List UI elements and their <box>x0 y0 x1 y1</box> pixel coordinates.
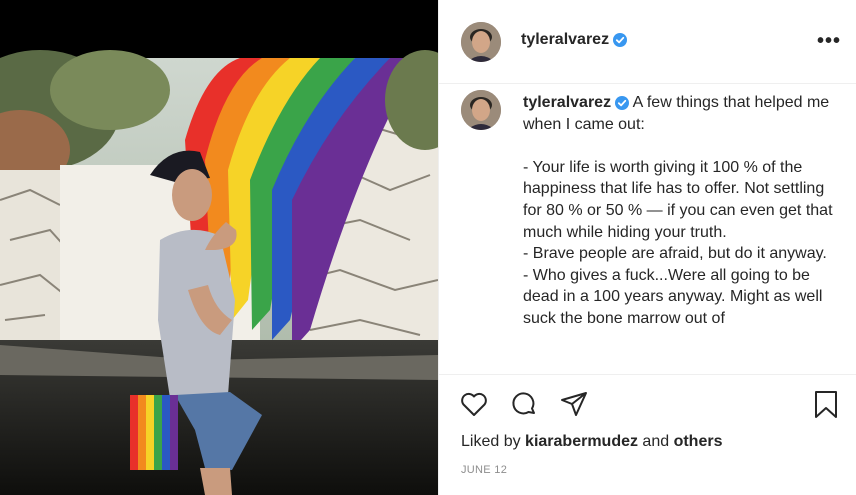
post-details-panel: tyleralvarez ••• tyleralvarez A few thin… <box>438 0 856 495</box>
photo-image <box>0 0 438 495</box>
instagram-post: tyleralvarez ••• tyleralvarez A few thin… <box>0 0 856 495</box>
comment-bubble-icon[interactable] <box>509 389 539 419</box>
paper-plane-icon[interactable] <box>559 389 589 419</box>
liked-by-user[interactable]: kiarabermudez <box>525 433 638 450</box>
username[interactable]: tyleralvarez <box>521 31 628 49</box>
avatar-image <box>461 22 501 62</box>
post-header: tyleralvarez ••• <box>439 0 856 84</box>
caption: tyleralvarez A few things that helped me… <box>523 92 839 330</box>
caption-text: A few things that helped me when I came … <box>523 94 833 327</box>
heart-icon[interactable] <box>459 389 489 419</box>
caption-area: tyleralvarez A few things that helped me… <box>439 84 856 374</box>
more-options-icon[interactable]: ••• <box>817 30 841 53</box>
post-date[interactable]: JUNE 12 <box>461 464 507 476</box>
avatar[interactable] <box>461 22 501 62</box>
verified-badge-icon <box>615 95 630 110</box>
liked-by-and: and <box>637 433 674 450</box>
liked-by: Liked by kiarabermudez and others <box>461 433 722 451</box>
username-text[interactable]: tyleralvarez <box>521 31 609 48</box>
post-actions: Liked by kiarabermudez and others JUNE 1… <box>439 374 856 495</box>
avatar-image <box>461 90 501 130</box>
caption-avatar[interactable] <box>461 90 501 130</box>
caption-username[interactable]: tyleralvarez <box>523 94 611 111</box>
bookmark-icon[interactable] <box>811 389 841 419</box>
verified-badge-icon <box>613 32 628 47</box>
liked-by-others[interactable]: others <box>674 433 723 450</box>
liked-by-prefix: Liked by <box>461 433 526 450</box>
post-photo[interactable] <box>0 0 438 495</box>
